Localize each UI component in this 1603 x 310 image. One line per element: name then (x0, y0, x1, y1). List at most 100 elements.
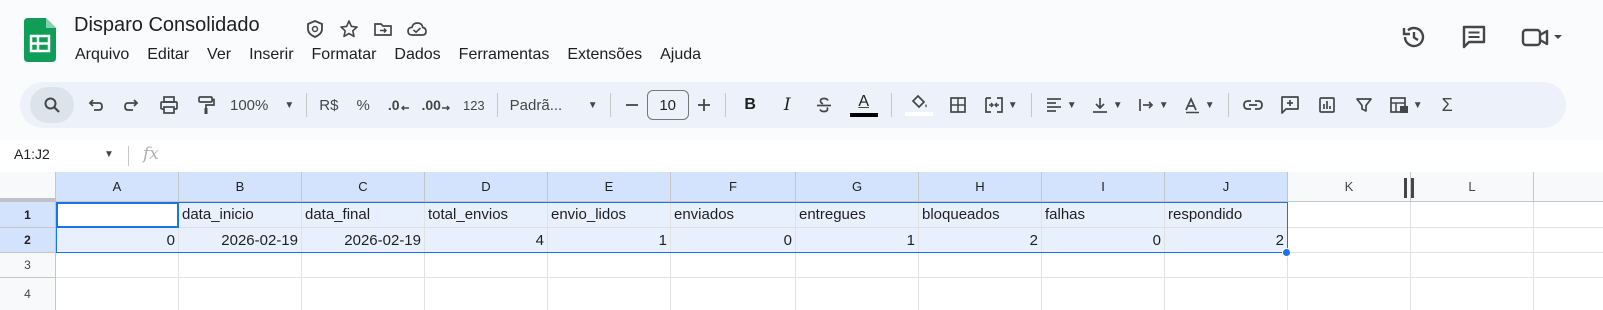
currency-format-button[interactable]: R$ (313, 87, 344, 123)
cell-j2[interactable]: 2 (1165, 228, 1288, 253)
row-header-4[interactable]: 4 (0, 278, 56, 310)
star-icon[interactable] (336, 16, 362, 42)
column-header-b[interactable]: B (179, 172, 302, 202)
column-header-j[interactable]: J (1165, 172, 1288, 202)
cell-d3[interactable] (425, 253, 548, 278)
cell-j1[interactable]: respondido (1165, 202, 1288, 228)
column-header-c[interactable]: C (302, 172, 425, 202)
cell-a1[interactable] (56, 202, 179, 228)
cell-b4[interactable] (179, 278, 302, 310)
move-folder-icon[interactable] (370, 16, 396, 42)
redo-icon[interactable] (113, 87, 150, 123)
cell-i3[interactable] (1042, 253, 1165, 278)
print-icon[interactable] (150, 87, 187, 123)
menu-ferramentas[interactable]: Ferramentas (450, 44, 559, 66)
decrease-font-size-icon[interactable] (617, 87, 647, 123)
cell-l1[interactable] (1411, 202, 1534, 228)
cell-h1[interactable]: bloqueados (919, 202, 1042, 228)
name-box[interactable]: A1:J2 (14, 146, 50, 162)
cell-a4[interactable] (56, 278, 179, 310)
cell-k2[interactable] (1288, 228, 1411, 253)
filter-icon[interactable] (1346, 87, 1383, 123)
cell-d2[interactable]: 4 (425, 228, 548, 253)
cell-f1[interactable]: enviados (671, 202, 796, 228)
paint-format-icon[interactable] (187, 87, 224, 123)
cell-l2[interactable] (1411, 228, 1534, 253)
fill-handle[interactable] (1282, 248, 1291, 257)
cell-m2[interactable] (1534, 228, 1603, 253)
cell-d4[interactable] (425, 278, 548, 310)
cell-a3[interactable] (56, 253, 179, 278)
text-color-button[interactable]: A (843, 87, 885, 123)
caret-down-icon[interactable]: ▼ (104, 149, 114, 160)
text-wrapping-icon[interactable]: ▼ (1130, 87, 1176, 123)
cell-g3[interactable] (796, 253, 919, 278)
horizontal-align-icon[interactable]: ▼ (1038, 87, 1084, 123)
column-header-f[interactable]: F (671, 172, 796, 202)
cell-g1[interactable]: entregues (796, 202, 919, 228)
fill-color-icon[interactable] (898, 87, 940, 123)
vertical-align-icon[interactable]: ▼ (1084, 87, 1130, 123)
text-rotation-icon[interactable]: ▼ (1176, 87, 1222, 123)
column-header-k[interactable]: K (1288, 172, 1411, 202)
cell-b2[interactable]: 2026-02-19 (179, 228, 302, 253)
cell-g4[interactable] (796, 278, 919, 310)
cell-c2[interactable]: 2026-02-19 (302, 228, 425, 253)
number-format-button[interactable]: 123 (457, 87, 491, 123)
menu-editar[interactable]: Editar (138, 44, 198, 66)
column-header-d[interactable]: D (425, 172, 548, 202)
cloud-saved-icon[interactable] (404, 16, 430, 42)
cell-h4[interactable] (919, 278, 1042, 310)
cell-e3[interactable] (548, 253, 671, 278)
cell-i1[interactable]: falhas (1042, 202, 1165, 228)
column-header-h[interactable]: H (919, 172, 1042, 202)
insert-link-icon[interactable] (1235, 87, 1272, 123)
freeze-handle[interactable] (1404, 178, 1414, 198)
menu-ajuda[interactable]: Ajuda (651, 44, 710, 66)
comment-icon[interactable] (1457, 20, 1491, 54)
menu-formatar[interactable]: Formatar (303, 44, 386, 66)
cell-l3[interactable] (1411, 253, 1534, 278)
cell-l4[interactable] (1411, 278, 1534, 310)
menu-dados[interactable]: Dados (385, 44, 449, 66)
row-header-3[interactable]: 3 (0, 253, 56, 278)
sheets-logo-icon[interactable] (24, 18, 56, 62)
insert-comment-icon[interactable] (1272, 87, 1309, 123)
cell-j4[interactable] (1165, 278, 1288, 310)
cell-i4[interactable] (1042, 278, 1165, 310)
cell-e1[interactable]: envio_lidos (548, 202, 671, 228)
cell-e4[interactable] (548, 278, 671, 310)
column-header-l[interactable]: L (1411, 172, 1534, 202)
cell-c3[interactable] (302, 253, 425, 278)
cell-k1[interactable] (1288, 202, 1411, 228)
cell-k4[interactable] (1288, 278, 1411, 310)
cell-e2[interactable]: 1 (548, 228, 671, 253)
cell-d1[interactable]: total_envios (425, 202, 548, 228)
functions-button[interactable]: Σ (1429, 87, 1466, 123)
column-header-i[interactable]: I (1042, 172, 1165, 202)
insert-chart-icon[interactable] (1309, 87, 1346, 123)
history-icon[interactable] (1397, 20, 1431, 54)
row-header-1[interactable]: 1 (0, 202, 56, 228)
cell-b1[interactable]: data_inicio (179, 202, 302, 228)
menu-extensoes[interactable]: Extensões (558, 44, 651, 66)
select-all-corner[interactable] (0, 172, 56, 202)
column-header-g[interactable]: G (796, 172, 919, 202)
document-title[interactable]: Disparo Consolidado (74, 14, 260, 37)
bold-button[interactable]: B (732, 87, 769, 123)
increase-font-size-icon[interactable] (689, 87, 719, 123)
cell-c1[interactable]: data_final (302, 202, 425, 228)
cell-f4[interactable] (671, 278, 796, 310)
menu-inserir[interactable]: Inserir (240, 44, 302, 66)
filter-views-icon[interactable]: ▼ (1383, 87, 1429, 123)
cell-f2[interactable]: 0 (671, 228, 796, 253)
cell-j3[interactable] (1165, 253, 1288, 278)
undo-icon[interactable] (76, 87, 113, 123)
row-header-2[interactable]: 2 (0, 228, 56, 253)
menu-ver[interactable]: Ver (198, 44, 240, 66)
increase-decimal-button[interactable]: .00 (416, 87, 457, 123)
cell-g2[interactable]: 1 (796, 228, 919, 253)
cell-i2[interactable]: 0 (1042, 228, 1165, 253)
at-badge-icon[interactable] (302, 16, 328, 42)
cell-f3[interactable] (671, 253, 796, 278)
